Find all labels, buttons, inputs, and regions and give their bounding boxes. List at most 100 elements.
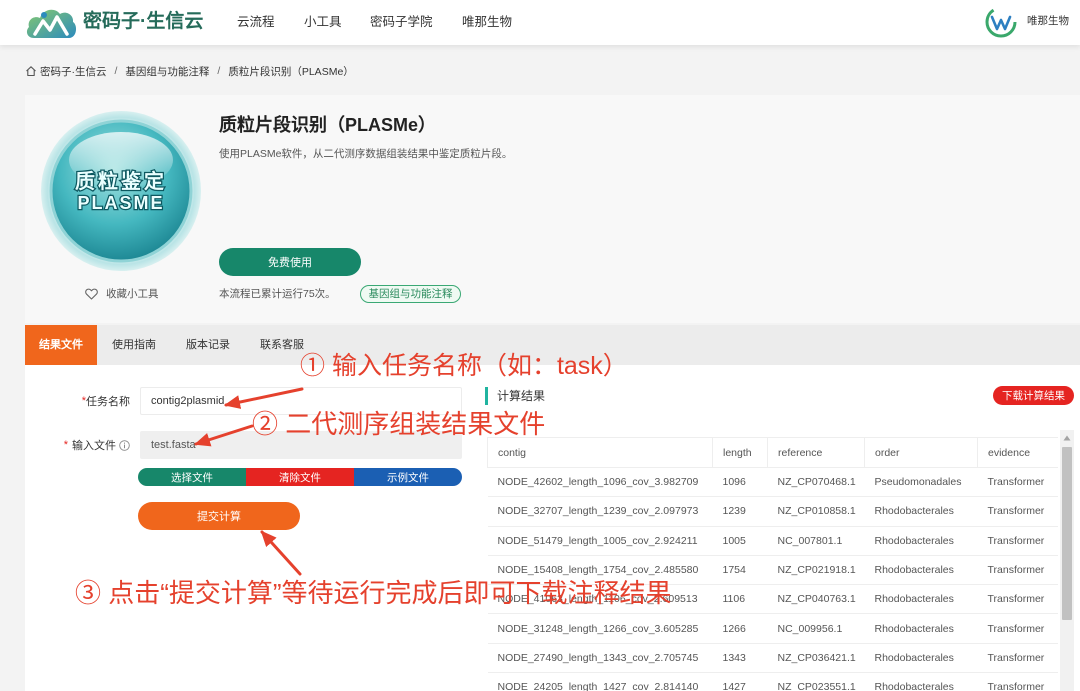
table-cell-evidence: Transformer xyxy=(977,496,1058,527)
tool-description: 使用PLASMe软件，从二代测序数据组装结果中鉴定质粒片段。 xyxy=(219,148,513,160)
table-cell-reference: NZ_CP036421.1 xyxy=(767,643,865,674)
table-cell-reference: NZ_CP023551.1 xyxy=(767,672,865,691)
table-cell-evidence: Transformer xyxy=(977,672,1058,691)
account-name[interactable]: 唯那生物 xyxy=(1027,15,1069,28)
page-title: 质粒片段识别（PLASMe） xyxy=(219,115,437,135)
submit-compute-button[interactable]: 提交计算 xyxy=(138,502,300,530)
table-cell-reference: NZ_CP070468.1 xyxy=(767,467,865,498)
table-cell-order: Rhodobacterales xyxy=(864,613,978,644)
home-icon[interactable] xyxy=(25,65,37,77)
tool-cover-line1: 质粒鉴定 xyxy=(75,169,167,193)
task-name-label: * 任务名称 xyxy=(45,393,130,409)
table-cell-reference: NZ_CP040763.1 xyxy=(767,584,865,615)
table-header-row: contig length reference order evidence xyxy=(487,437,1058,468)
table-cell-length: 1754 xyxy=(712,555,768,586)
table-cell-order: Rhodobacterales xyxy=(864,643,978,674)
table-cell-length: 1239 xyxy=(712,496,768,527)
table-row: NODE_32707_length_1239_cov_2.097973 1239 N… xyxy=(487,496,1058,527)
breadcrumb-item-home[interactable]: 密码子·生信云 xyxy=(40,64,107,79)
task-name-label-text: 任务名称 xyxy=(86,396,130,408)
tab-result-files[interactable]: 结果文件 xyxy=(25,325,97,365)
tool-info-card: 质粒鉴定 PLASME 收藏小工具 质粒片段识别（PLASMe） 使用PLASM… xyxy=(25,95,1080,323)
table-cell-reference: NZ_CP010858.1 xyxy=(767,496,865,527)
annotation-step-1: ① 输入任务名称（如：task） xyxy=(300,352,628,380)
table-cell-length: 1343 xyxy=(712,643,768,674)
table-cell-order: Rhodobacterales xyxy=(864,584,978,615)
tab-version-history[interactable]: 版本记录 xyxy=(171,325,245,365)
table-cell-contig: NODE_32707_length_1239_cov_2.097973 xyxy=(487,496,713,527)
table-cell-length: 1005 xyxy=(712,526,768,556)
results-table-header: contig length reference order evidence xyxy=(487,437,1058,468)
choose-file-button[interactable]: 选择文件 xyxy=(138,468,246,486)
table-cell-evidence: Transformer xyxy=(977,526,1058,556)
table-cell-reference: NC_009956.1 xyxy=(767,613,865,644)
top-nav-bar: 密码子·生信云 云流程 小工具 密码子学院 唯那生物 唯那生物 xyxy=(0,0,1080,45)
input-file-label: * 输入文件 xyxy=(45,437,130,453)
column-header-length[interactable]: length xyxy=(712,437,768,468)
table-cell-evidence: Transformer xyxy=(977,613,1058,644)
table-cell-contig: NODE_27490_length_1343_cov_2.705745 xyxy=(487,643,713,674)
table-cell-contig: NODE_31248_length_1266_cov_3.605285 xyxy=(487,613,713,644)
nav-item-cloud-workflow[interactable]: 云流程 xyxy=(237,15,275,30)
column-header-contig[interactable]: contig xyxy=(487,437,713,468)
breadcrumb-item-category[interactable]: 基因组与功能注释 xyxy=(125,64,209,79)
table-cell-evidence: Transformer xyxy=(977,467,1058,498)
category-tag[interactable]: 基因组与功能注释 xyxy=(360,285,461,303)
table-cell-evidence: Transformer xyxy=(977,643,1058,674)
table-cell-evidence: Transformer xyxy=(977,555,1058,586)
cloud-mountain-logo-icon[interactable] xyxy=(24,4,78,42)
weina-logo-icon[interactable] xyxy=(985,6,1017,38)
column-header-evidence[interactable]: evidence xyxy=(977,437,1058,468)
breadcrumb-item-current: 质粒片段识别（PLASMe） xyxy=(228,65,354,78)
heart-outline-icon xyxy=(85,288,98,300)
table-cell-order: Rhodobacterales xyxy=(864,496,978,527)
nav-item-tools[interactable]: 小工具 xyxy=(304,15,342,30)
table-cell-length: 1427 xyxy=(712,672,768,691)
favorite-label: 收藏小工具 xyxy=(106,288,159,300)
table-cell-order: Rhodobacterales xyxy=(864,555,978,586)
results-scrollbar[interactable] xyxy=(1060,430,1074,691)
table-cell-contig: NODE_42602_length_1096_cov_3.982709 xyxy=(487,467,713,498)
table-cell-length: 1096 xyxy=(712,467,768,498)
table-row: NODE_27490_length_1343_cov_2.705745 1343 N… xyxy=(487,643,1058,674)
input-file-label-text: 输入文件 xyxy=(72,440,116,452)
info-circle-icon[interactable] xyxy=(119,439,130,451)
tab-content: * 任务名称 * 输入文件 选择文件 清除文件 示例文件 提交计算 计算结果 下… xyxy=(25,365,1080,691)
favorite-tool-button[interactable]: 收藏小工具 xyxy=(85,286,159,301)
annotation-step-3: ③ 点击“提交计算”等待运行完成后即可下载注释结果 xyxy=(75,578,672,608)
tool-cover-line2: PLASME xyxy=(77,193,164,213)
table-row: NODE_42602_length_1096_cov_3.982709 1096 N… xyxy=(487,467,1058,498)
clear-file-button[interactable]: 清除文件 xyxy=(246,468,354,486)
results-title: 计算结果 xyxy=(497,389,546,403)
table-cell-reference: NC_007801.1 xyxy=(767,526,865,556)
required-mark: * xyxy=(63,439,68,451)
run-count-text: 本流程已累计运行75次。 xyxy=(219,288,336,300)
table-cell-contig: NODE_51479_length_1005_cov_2.924211 xyxy=(487,526,713,556)
section-marker xyxy=(485,387,488,405)
table-cell-order: Rhodobacterales xyxy=(864,526,978,556)
table-cell-length: 1106 xyxy=(712,584,768,615)
table-cell-order: Rhodobacterales xyxy=(864,672,978,691)
breadcrumb-separator: / xyxy=(114,65,118,77)
table-row: NODE_31248_length_1266_cov_3.605285 1266 N… xyxy=(487,613,1058,644)
tool-cover-image: 质粒鉴定 PLASME xyxy=(41,111,201,271)
table-cell-evidence: Transformer xyxy=(977,584,1058,615)
table-row: NODE_24205_length_1427_cov_2.814140 1427 N… xyxy=(487,672,1058,691)
results-table: contig length reference order evidence N… xyxy=(487,437,1058,691)
nav-item-academy[interactable]: 密码子学院 xyxy=(370,15,433,30)
breadcrumb: 密码子·生信云 / 基因组与功能注释 / 质粒片段识别（PLASMe） xyxy=(25,64,354,78)
scroll-up-arrow-icon[interactable] xyxy=(1063,435,1071,441)
tab-user-guide[interactable]: 使用指南 xyxy=(97,325,171,365)
column-header-reference[interactable]: reference xyxy=(767,437,865,468)
nav-item-weina[interactable]: 唯那生物 xyxy=(462,15,512,30)
free-use-button[interactable]: 免费使用 xyxy=(219,248,361,276)
results-table-container: contig length reference order evidence N… xyxy=(487,437,1058,691)
column-header-order[interactable]: order xyxy=(864,437,978,468)
example-file-button[interactable]: 示例文件 xyxy=(354,468,462,486)
scrollbar-thumb[interactable] xyxy=(1062,447,1072,620)
site-logo-text[interactable]: 密码子·生信云 xyxy=(83,11,203,33)
breadcrumb-separator: / xyxy=(217,65,221,77)
download-results-button[interactable]: 下载计算结果 xyxy=(993,386,1074,405)
annotation-step-2: ② 二代测序组装结果文件 xyxy=(252,409,546,439)
table-cell-length: 1266 xyxy=(712,613,768,644)
